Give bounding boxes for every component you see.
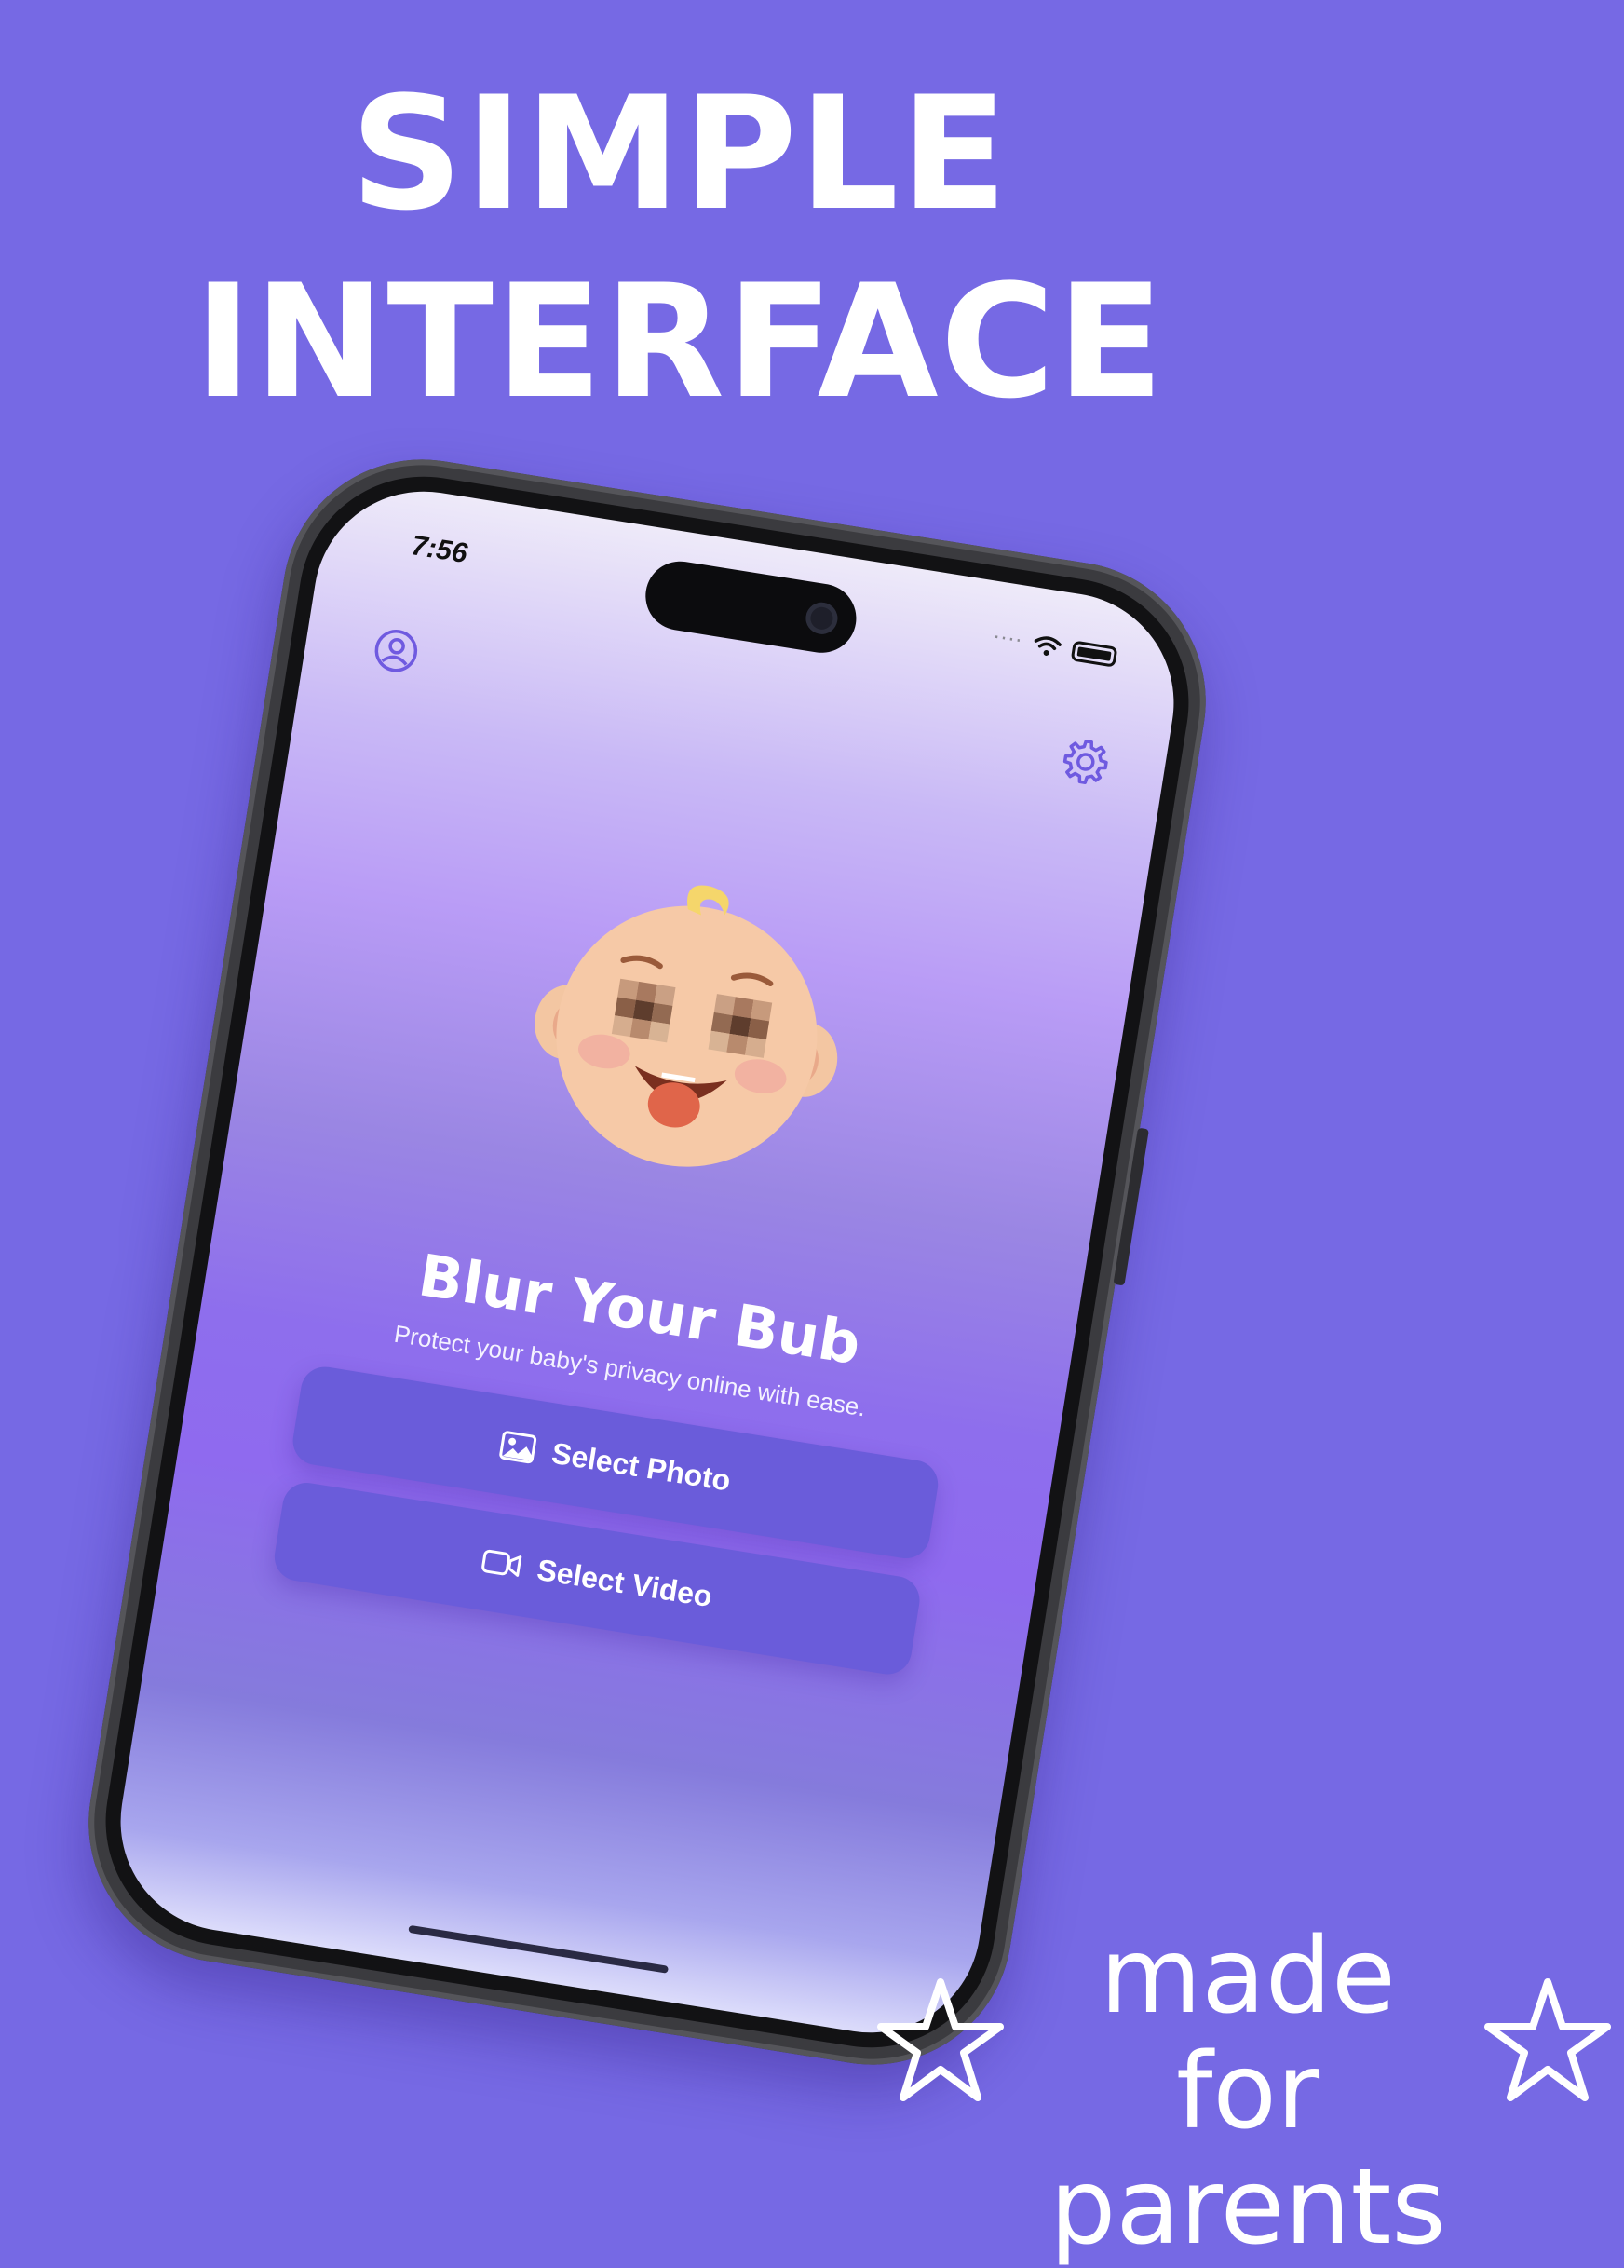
footer-line-2: parents	[1049, 2147, 1446, 2268]
phone-mockup: 7:56 ···· Blur Your Bub Protect your bab…	[68, 439, 1226, 2085]
status-time: 7:56	[409, 530, 470, 570]
photo-icon	[499, 1431, 537, 1464]
star-doodle-icon	[877, 1978, 1004, 2101]
signal-icon: ····	[991, 626, 1025, 654]
video-camera-icon	[481, 1549, 522, 1577]
pixelated-eye-left	[611, 978, 676, 1043]
settings-button[interactable]	[1057, 733, 1115, 791]
select-photo-label: Select Photo	[549, 1435, 734, 1498]
home-indicator	[408, 1924, 670, 1974]
footer-caption: made for parents	[1015, 1919, 1481, 2265]
gear-icon	[1062, 740, 1108, 784]
person-circle-icon	[374, 629, 418, 672]
dynamic-island	[640, 556, 861, 659]
headline-line-2: INTERFACE	[194, 251, 1166, 433]
star-doodle-icon	[1484, 1978, 1611, 2101]
wifi-icon	[1034, 635, 1062, 656]
front-camera-icon	[803, 600, 840, 637]
profile-button[interactable]	[370, 624, 423, 677]
baby-mascot-image	[535, 885, 838, 1167]
pixelated-eye-right	[708, 994, 773, 1058]
select-video-label: Select Video	[535, 1552, 715, 1613]
battery-icon	[1070, 639, 1118, 668]
footer-line-1: made for	[1100, 1916, 1396, 2153]
status-icons: ····	[992, 626, 1118, 669]
headline-line-1: SIMPLE	[350, 62, 1009, 245]
